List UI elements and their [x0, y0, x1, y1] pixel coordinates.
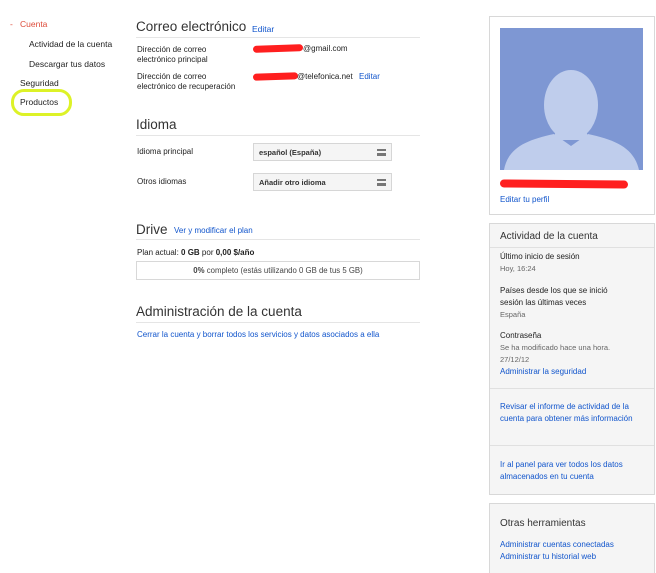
recovery-email-value: @telefonica.net: [297, 72, 353, 81]
password-label: Contraseña: [500, 331, 542, 340]
nav-bullet: -: [10, 19, 13, 29]
section-divider: [136, 239, 420, 240]
tools-card-title: Otras herramientas: [500, 518, 586, 529]
recovery-email-label-1: Dirección de correo: [137, 72, 207, 81]
storage-progress-text: completo (estás utilizando 0 GB de tus 5…: [204, 266, 363, 275]
drive-plan-link[interactable]: Ver y modificar el plan: [174, 226, 253, 235]
countries-value: España: [500, 310, 526, 319]
web-history-link[interactable]: Administrar tu historial web: [500, 551, 596, 563]
redaction-mark: [252, 72, 299, 81]
other-languages-label: Otros idiomas: [137, 177, 187, 186]
primary-language-select[interactable]: español (España): [253, 143, 392, 161]
recovery-email-label-2: electrónico de recuperación: [137, 82, 236, 91]
sidebar-item-activity[interactable]: Actividad de la cuenta: [29, 39, 112, 49]
last-login-label: Último inicio de sesión: [500, 252, 580, 261]
primary-language-value: español (España): [259, 148, 322, 157]
section-divider: [136, 322, 420, 323]
close-account-link[interactable]: Cerrar la cuenta y borrar todos los serv…: [137, 330, 379, 339]
manage-security-link[interactable]: Administrar la seguridad: [500, 366, 586, 378]
storage-progress-bar: 0% completo (estás utilizando 0 GB de tu…: [136, 261, 420, 280]
edit-profile-link[interactable]: Editar tu perfil: [500, 195, 549, 204]
add-language-select[interactable]: Añadir otro idioma: [253, 173, 392, 191]
plan-prefix: Plan actual:: [137, 248, 182, 257]
highlight-circle: [11, 89, 72, 116]
section-divider: [490, 247, 654, 248]
recovery-edit-link[interactable]: Editar: [359, 72, 380, 81]
plan-gb: 0 GB: [181, 248, 200, 257]
primary-email-label-2: electrónico principal: [137, 55, 208, 64]
redaction-mark: [499, 179, 629, 189]
connected-accounts-link[interactable]: Administrar cuentas conectadas: [500, 539, 614, 551]
countries-label-1: Países desde los que se inició: [500, 286, 608, 295]
sidebar-item-download[interactable]: Descargar tus datos: [29, 59, 105, 69]
avatar[interactable]: [500, 28, 643, 170]
add-language-value: Añadir otro idioma: [259, 178, 326, 187]
redaction-mark: [252, 44, 304, 53]
plan-por: por: [199, 248, 216, 257]
drive-section-title: Drive: [136, 222, 168, 237]
activity-card-title: Actividad de la cuenta: [500, 231, 598, 242]
language-section-title: Idioma: [136, 117, 177, 132]
dashboard-link[interactable]: Ir al panel para ver todos los datos alm…: [500, 459, 646, 483]
section-divider: [490, 388, 654, 389]
sidebar-item-account[interactable]: Cuenta: [20, 19, 47, 29]
primary-email-value: @gmail.com: [303, 44, 348, 53]
last-login-value: Hoy, 16:24: [500, 264, 536, 273]
password-value-2: 27/12/12: [500, 355, 530, 364]
primary-language-label: Idioma principal: [137, 147, 194, 156]
section-divider: [136, 37, 420, 38]
user-silhouette-icon: [504, 70, 639, 170]
sidebar-item-security[interactable]: Seguridad: [20, 78, 59, 88]
current-plan-text: Plan actual: 0 GB por 0,00 $/año: [137, 248, 254, 257]
storage-percent: 0%: [193, 266, 205, 275]
menu-icon: [377, 179, 386, 186]
menu-icon: [377, 149, 386, 156]
email-section-title: Correo electrónico: [136, 19, 247, 34]
email-edit-link[interactable]: Editar: [252, 24, 274, 34]
admin-section-title: Administración de la cuenta: [136, 304, 302, 319]
section-divider: [490, 445, 654, 446]
activity-report-link[interactable]: Revisar el informe de actividad de la cu…: [500, 401, 646, 425]
plan-price: 0,00 $/año: [215, 248, 255, 257]
password-value-1: Se ha modificado hace una hora.: [500, 343, 611, 352]
countries-label-2: sesión las últimas veces: [500, 298, 587, 307]
primary-email-label-1: Dirección de correo: [137, 45, 207, 54]
section-divider: [136, 135, 420, 136]
